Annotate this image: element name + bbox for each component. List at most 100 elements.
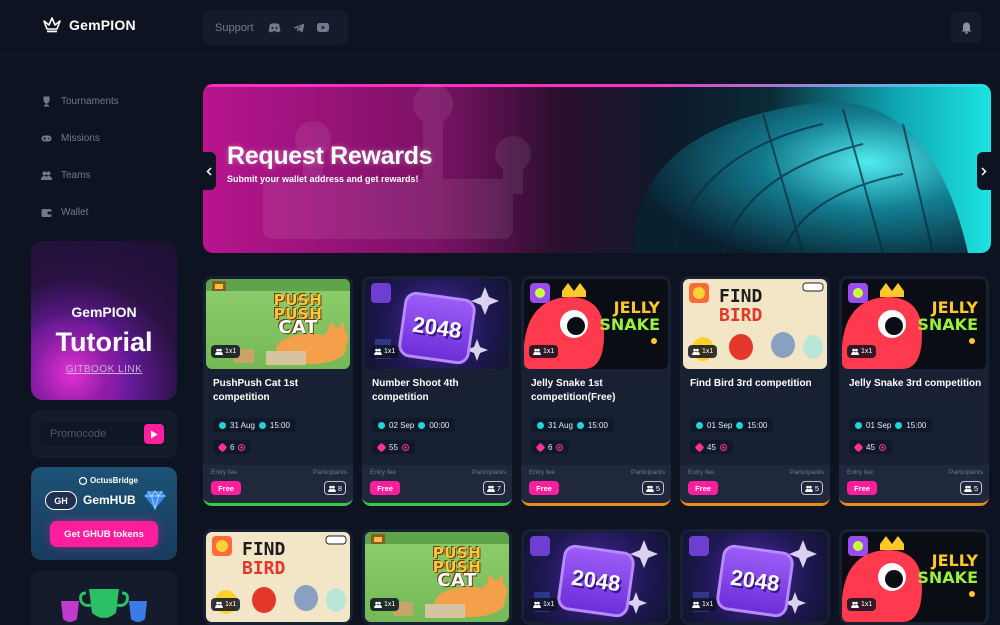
- mode-badge: 1x1: [847, 598, 877, 611]
- participants-label: Participants: [472, 469, 506, 476]
- banner-subtitle: Submit your wallet address and get rewar…: [227, 174, 419, 184]
- chevron-right-icon: [981, 166, 987, 176]
- competition-card[interactable]: FIND BIRD 1x1: [203, 529, 353, 625]
- participants-count: 5: [800, 481, 823, 495]
- competition-card[interactable]: 2048 1x1 Number Shoot 4th competition 02…: [362, 276, 512, 506]
- schedule-chip: 31 Aug 15:00: [531, 418, 614, 432]
- participants-label: Participants: [631, 469, 665, 476]
- prize-amount: 45: [866, 442, 875, 452]
- telegram-icon[interactable]: [292, 21, 306, 35]
- competition-date: 01 Sep: [866, 420, 892, 430]
- promocode-box: [31, 410, 177, 458]
- competition-title: Find Bird 3rd competition: [690, 378, 812, 389]
- youtube-icon[interactable]: [316, 21, 330, 35]
- mode-badge: 1x1: [211, 598, 241, 611]
- prize-chip: 45: [849, 440, 892, 454]
- entry-fee-value[interactable]: Free: [211, 481, 241, 495]
- gem-icon: [535, 442, 546, 452]
- competition-card[interactable]: PUSH PUSH CAT 1x1: [362, 529, 512, 625]
- bell-icon: [961, 22, 972, 34]
- competition-card[interactable]: JELLY SNAKE 1x1 Jelly Snake 1st competiti…: [521, 276, 671, 506]
- users-icon: [692, 348, 700, 355]
- users-icon: [327, 485, 336, 492]
- entry-fee-value[interactable]: Free: [847, 481, 877, 495]
- card-footer: Entry fee Participants Free 8: [203, 465, 353, 503]
- entry-fee-label: Entry fee: [688, 469, 715, 476]
- sidebar-item-teams[interactable]: Teams: [41, 170, 90, 181]
- competition-date: 01 Sep: [707, 420, 733, 430]
- prize-chip: 45: [690, 440, 733, 454]
- gemhub-badge: GH: [45, 491, 77, 510]
- game-logo: FIND BIRD: [242, 539, 286, 579]
- octusbridge-label: OctusBridge: [90, 476, 139, 485]
- game-logo: JELLY SNAKE: [917, 551, 978, 587]
- competition-card[interactable]: JELLY SNAKE 1x1: [839, 529, 989, 625]
- clock-icon: [895, 421, 903, 429]
- tutorial-brand: GemPION: [71, 304, 137, 320]
- sidebar-item-label: Wallet: [61, 207, 89, 218]
- calendar-icon: [378, 421, 385, 429]
- logo[interactable]: GemPION: [43, 17, 136, 33]
- competition-time: 15:00: [587, 420, 608, 430]
- schedule-chip: 01 Sep 15:00: [849, 418, 933, 432]
- competition-card[interactable]: 2048 1x1: [521, 529, 671, 625]
- users-icon: [374, 348, 382, 355]
- game-logo: FIND BIRD: [719, 286, 763, 326]
- entry-fee-label: Entry fee: [211, 469, 238, 476]
- prize-amount: 6: [230, 442, 235, 452]
- trophy-icon: [43, 96, 50, 107]
- top-bar: GemPION Support: [0, 0, 1000, 55]
- users-icon: [486, 485, 495, 492]
- gemhub-card: OctusBridge GH GemHUB Get GHUB tokens: [31, 467, 177, 560]
- clock-icon: [418, 421, 426, 429]
- participants-count: 5: [959, 481, 982, 495]
- support-label: Support: [215, 21, 254, 34]
- card-footer: Entry fee Participants Free 7: [362, 465, 512, 503]
- game-logo: PUSH PUSH CAT: [432, 544, 482, 591]
- prize-chip: 6: [531, 440, 570, 454]
- wallet-icon: [41, 209, 52, 217]
- game-logo: JELLY SNAKE: [917, 298, 978, 334]
- sidebar-item-wallet[interactable]: Wallet: [41, 207, 88, 218]
- gitbook-link[interactable]: GITBOOK LINK: [31, 364, 177, 375]
- users-icon: [851, 348, 859, 355]
- clock-icon: [576, 421, 584, 429]
- tutorial-card[interactable]: GemPION Tutorial GITBOOK LINK: [31, 241, 177, 400]
- competition-date: 31 Aug: [548, 420, 573, 430]
- discord-icon[interactable]: [268, 21, 282, 35]
- sidebar-item-tournaments[interactable]: Tournaments: [41, 96, 119, 107]
- coin-icon: [401, 443, 409, 451]
- calendar-icon: [219, 421, 226, 429]
- promocode-submit-button[interactable]: [144, 424, 164, 444]
- gem-icon: [217, 442, 228, 452]
- mode-badge: 1x1: [688, 598, 718, 611]
- users-icon: [804, 485, 813, 492]
- competition-card[interactable]: 2048 1x1: [680, 529, 830, 625]
- participants-label: Participants: [790, 469, 824, 476]
- competition-time: 15:00: [269, 420, 290, 430]
- banner-next-button[interactable]: [977, 152, 991, 190]
- game-logo: JELLY SNAKE: [599, 298, 660, 334]
- rewards-banner[interactable]: Request Rewards Submit your wallet addre…: [203, 84, 991, 253]
- competition-time: 15:00: [906, 420, 927, 430]
- entry-fee-value[interactable]: Free: [370, 481, 400, 495]
- participants-label: Participants: [313, 469, 347, 476]
- trophies-card[interactable]: [31, 571, 177, 625]
- banner-prev-button[interactable]: [202, 152, 216, 190]
- entry-fee-value[interactable]: Free: [688, 481, 718, 495]
- game-logo: 2048: [555, 543, 637, 619]
- banner-title: Request Rewards: [227, 142, 433, 170]
- users-icon: [963, 485, 972, 492]
- get-ghub-tokens-button[interactable]: Get GHUB tokens: [50, 521, 158, 547]
- notifications-button[interactable]: [951, 12, 982, 43]
- sidebar-item-missions[interactable]: Missions: [41, 133, 100, 144]
- competition-card[interactable]: PUSH PUSH CAT 1x1 PushPush Cat 1st competi…: [203, 276, 353, 506]
- competition-time: 15:00: [747, 420, 768, 430]
- entry-fee-value[interactable]: Free: [529, 481, 559, 495]
- competition-card[interactable]: FIND BIRD 1x1 Find Bird 3rd competition 0…: [680, 276, 830, 506]
- competition-title: Number Shoot 4th competition: [372, 378, 459, 403]
- clock-icon: [258, 421, 266, 429]
- competition-card[interactable]: JELLY SNAKE 1x1 Jelly Snake 3rd competiti…: [839, 276, 989, 506]
- play-arrow-icon: [151, 430, 158, 438]
- coin-icon: [556, 443, 564, 451]
